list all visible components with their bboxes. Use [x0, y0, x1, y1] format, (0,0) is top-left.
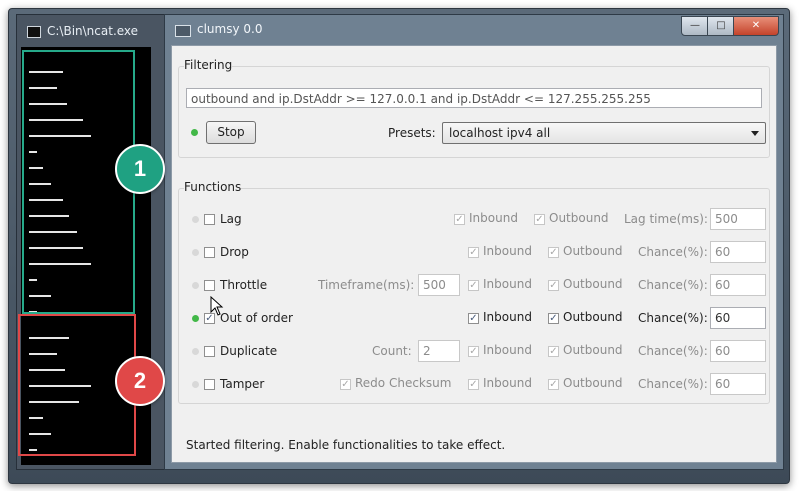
filter-input[interactable]: outbound and ip.DstAddr >= 127.0.0.1 and…: [186, 88, 762, 108]
annotation-badge-1: 1: [115, 144, 165, 194]
out-of-order-label: Out of order: [220, 311, 293, 325]
out-of-order-status-dot: [192, 315, 199, 322]
tamper-inbound-label: Inbound: [483, 376, 532, 390]
duplicate-chance-label: Chance(%):: [638, 344, 708, 358]
duplicate-count-input[interactable]: 2: [418, 340, 460, 362]
out-of-order-chance-label: Chance(%):: [638, 311, 708, 325]
throttle-timeframe-label: Timeframe(ms):: [318, 278, 415, 292]
console-titlebar[interactable]: C:\Bin\ncat.exe: [17, 15, 177, 47]
duplicate-count-label: Count:: [372, 344, 412, 358]
clumsy-window: clumsy 0.0 — □ ✕ Filtering outbound and …: [164, 14, 784, 470]
throttle-label: Throttle: [220, 278, 268, 292]
clumsy-titlebar[interactable]: clumsy 0.0 — □ ✕: [165, 15, 783, 45]
throttle-timeframe-input[interactable]: 500: [418, 274, 460, 296]
tamper-chance-label: Chance(%):: [638, 377, 708, 391]
clumsy-client-area: Filtering outbound and ip.DstAddr >= 127…: [171, 45, 777, 463]
tamper-label: Tamper: [220, 377, 265, 391]
drop-outbound-label: Outbound: [563, 244, 623, 258]
out-of-order-outbound-checkbox[interactable]: ✓: [548, 313, 559, 324]
window-title: clumsy 0.0: [197, 22, 263, 36]
throttle-checkbox[interactable]: [204, 280, 215, 291]
status-indicator-dot: [191, 129, 198, 136]
tamper-checkbox[interactable]: [204, 379, 215, 390]
throttle-inbound-label: Inbound: [483, 277, 532, 291]
drop-label: Drop: [220, 245, 249, 259]
throttle-inbound-checkbox[interactable]: ✓: [468, 280, 479, 291]
tamper-redo-checksum-label: Redo Checksum: [355, 376, 452, 390]
drop-chance-input[interactable]: 60: [710, 241, 766, 263]
annotation-badge-2: 2: [115, 356, 165, 406]
lag-label: Lag: [220, 212, 242, 226]
tamper-redo-checksum-checkbox[interactable]: ✓: [340, 379, 351, 390]
stop-button[interactable]: Stop: [206, 121, 256, 144]
drop-checkbox[interactable]: [204, 247, 215, 258]
chevron-down-icon: [751, 131, 759, 136]
console-title: C:\Bin\ncat.exe: [47, 24, 139, 38]
tamper-status-dot: [192, 381, 199, 388]
throttle-status-dot: [192, 282, 199, 289]
drop-inbound-label: Inbound: [483, 244, 532, 258]
lag-time-label: Lag time(ms):: [624, 212, 708, 226]
duplicate-inbound-label: Inbound: [483, 343, 532, 357]
lag-inbound-label: Inbound: [469, 211, 518, 225]
out-of-order-inbound-label: Inbound: [483, 310, 532, 324]
presets-label: Presets:: [388, 126, 436, 140]
drop-inbound-checkbox[interactable]: ✓: [468, 247, 479, 258]
presets-value: localhost ipv4 all: [449, 126, 551, 140]
drop-chance-label: Chance(%):: [638, 245, 708, 259]
tamper-inbound-checkbox[interactable]: ✓: [468, 379, 479, 390]
lag-status-dot: [192, 216, 199, 223]
throttle-chance-label: Chance(%):: [638, 278, 708, 292]
throttle-outbound-label: Outbound: [563, 277, 623, 291]
duplicate-checkbox[interactable]: [204, 346, 215, 357]
lag-checkbox[interactable]: [204, 214, 215, 225]
filtering-group-label: Filtering: [184, 58, 233, 72]
duplicate-inbound-checkbox[interactable]: ✓: [468, 346, 479, 357]
app-icon: [175, 25, 191, 37]
out-of-order-inbound-checkbox[interactable]: ✓: [468, 313, 479, 324]
filtering-group: [178, 66, 770, 158]
lag-time-input[interactable]: 500: [710, 208, 766, 230]
console-icon: [27, 26, 41, 38]
functions-group-label: Functions: [184, 180, 242, 194]
duplicate-outbound-label: Outbound: [563, 343, 623, 357]
minimize-button[interactable]: —: [681, 16, 709, 36]
throttle-chance-input[interactable]: 60: [710, 274, 766, 296]
out-of-order-chance-input[interactable]: 60: [710, 307, 766, 329]
tamper-chance-input[interactable]: 60: [710, 373, 766, 395]
out-of-order-outbound-label: Outbound: [563, 310, 623, 324]
drop-status-dot: [192, 249, 199, 256]
duplicate-outbound-checkbox[interactable]: ✓: [548, 346, 559, 357]
duplicate-label: Duplicate: [220, 344, 278, 358]
presets-select[interactable]: localhost ipv4 all: [442, 122, 766, 144]
drop-outbound-checkbox[interactable]: ✓: [548, 247, 559, 258]
maximize-button[interactable]: □: [707, 16, 735, 36]
mouse-pointer-icon: [210, 296, 224, 316]
window-controls: — □ ✕: [681, 16, 779, 36]
lag-outbound-checkbox[interactable]: ✓: [534, 214, 545, 225]
lag-inbound-checkbox[interactable]: ✓: [454, 214, 465, 225]
throttle-outbound-checkbox[interactable]: ✓: [548, 280, 559, 291]
tamper-outbound-label: Outbound: [563, 376, 623, 390]
lag-outbound-label: Outbound: [549, 211, 609, 225]
tamper-outbound-checkbox[interactable]: ✓: [548, 379, 559, 390]
status-message: Started filtering. Enable functionalitie…: [186, 438, 506, 452]
duplicate-chance-input[interactable]: 60: [710, 340, 766, 362]
close-button[interactable]: ✕: [733, 16, 779, 36]
duplicate-status-dot: [192, 348, 199, 355]
